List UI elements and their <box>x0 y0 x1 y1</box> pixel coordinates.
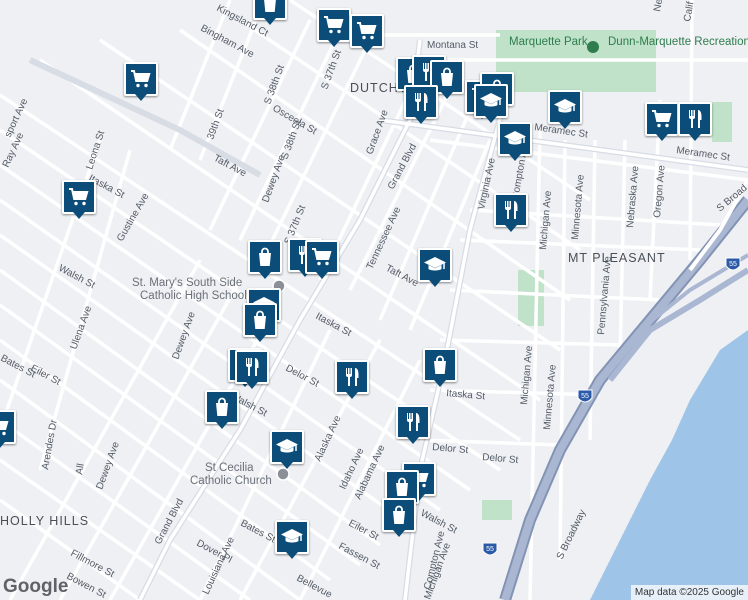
restaurant-icon <box>346 368 359 386</box>
graduation-cap-icon <box>424 257 446 271</box>
shopping-cart-icon <box>69 188 89 206</box>
graduation-cap-icon <box>281 529 303 543</box>
map-marker-shopping-bag[interactable] <box>243 303 277 343</box>
map-marker-graduation-cap[interactable] <box>548 90 582 130</box>
map-marker-restaurant[interactable] <box>396 405 430 445</box>
small-park-area-east <box>712 102 732 142</box>
restaurant-icon <box>246 358 259 376</box>
street-label: All <box>74 463 87 476</box>
svg-text:55: 55 <box>486 546 494 553</box>
map-marker-restaurant[interactable] <box>494 193 528 233</box>
highway-shield: 55 <box>577 389 593 403</box>
place-label: St Cecilia <box>205 462 254 474</box>
park-pin-icon <box>587 41 599 53</box>
map-marker-graduation-cap[interactable] <box>270 430 304 470</box>
restaurant-icon <box>689 110 702 128</box>
small-park-area-south <box>482 500 512 520</box>
map-marker-shopping-cart[interactable] <box>350 14 384 54</box>
shopping-bag-icon <box>441 67 453 86</box>
map-marker-shopping-bag[interactable] <box>205 390 239 430</box>
map-marker-shopping-bag[interactable] <box>423 348 457 388</box>
map-marker-shopping-cart[interactable] <box>62 180 96 220</box>
restaurant-icon <box>407 413 420 431</box>
highway-shield: 55 <box>725 257 741 271</box>
map-marker-shopping-cart[interactable] <box>0 410 16 450</box>
place-label: Catholic Church <box>190 475 272 487</box>
place-label: St. Mary's South Side <box>132 277 242 289</box>
shopping-cart-icon <box>0 421 9 436</box>
restaurant-icon <box>415 93 428 111</box>
map-marker-shopping-cart[interactable] <box>645 102 679 142</box>
shopping-bag-icon <box>216 397 228 416</box>
shopping-cart-icon <box>652 110 672 128</box>
graduation-cap-icon <box>504 131 526 145</box>
neighborhood-label: MT PLEASANT <box>568 251 666 265</box>
map-marker-shopping-bag[interactable] <box>248 240 282 280</box>
shopping-bag-icon <box>393 505 405 524</box>
svg-text:55: 55 <box>581 393 589 400</box>
map-marker-restaurant[interactable] <box>235 350 269 390</box>
graduation-cap-icon <box>276 439 298 453</box>
shopping-bag-icon <box>264 0 276 12</box>
highway-shield: 55 <box>482 542 498 556</box>
map-marker-graduation-cap[interactable] <box>418 248 452 288</box>
map-marker-shopping-cart[interactable] <box>305 240 339 280</box>
map-marker-shopping-bag[interactable] <box>253 0 287 26</box>
shopping-cart-icon <box>312 248 332 266</box>
svg-text:55: 55 <box>729 261 737 268</box>
google-logo: Google <box>3 576 69 597</box>
shopping-bag-icon <box>259 247 271 266</box>
map-marker-shopping-cart[interactable] <box>317 8 351 48</box>
place-label: Catholic High School <box>140 290 247 302</box>
shopping-bag-icon <box>434 355 446 374</box>
map-canvas[interactable]: 55 55 55 DUTCHTOWN MT PLEASANT HOLLY HIL… <box>0 0 748 600</box>
street-label: Montana St <box>427 40 478 51</box>
map-marker-restaurant[interactable] <box>335 360 369 400</box>
neighborhood-label: HOLLY HILLS <box>0 514 89 528</box>
map-marker-shopping-cart[interactable] <box>124 62 158 102</box>
graduation-cap-icon <box>480 93 502 107</box>
shopping-cart-icon <box>357 22 377 40</box>
map-marker-restaurant[interactable] <box>678 102 712 142</box>
map-marker-graduation-cap[interactable] <box>498 122 532 162</box>
shopping-cart-icon <box>131 70 151 88</box>
map-attribution: Map data ©2025 Google <box>630 585 748 600</box>
map-marker-graduation-cap[interactable] <box>275 520 309 560</box>
map-marker-restaurant[interactable] <box>404 85 438 125</box>
shopping-bag-icon <box>254 310 266 329</box>
shopping-bag-icon <box>396 477 408 496</box>
place-label: Dunn-Marquette Recreation Center <box>608 36 748 48</box>
graduation-cap-icon <box>554 99 576 113</box>
place-label: Marquette Park <box>509 36 588 48</box>
map-marker-shopping-bag[interactable] <box>382 498 416 538</box>
shopping-cart-icon <box>324 16 344 34</box>
restaurant-icon <box>505 201 518 219</box>
map-base: 55 55 55 DUTCHTOWN MT PLEASANT HOLLY HIL… <box>0 0 748 600</box>
map-marker-graduation-cap[interactable] <box>474 84 508 124</box>
